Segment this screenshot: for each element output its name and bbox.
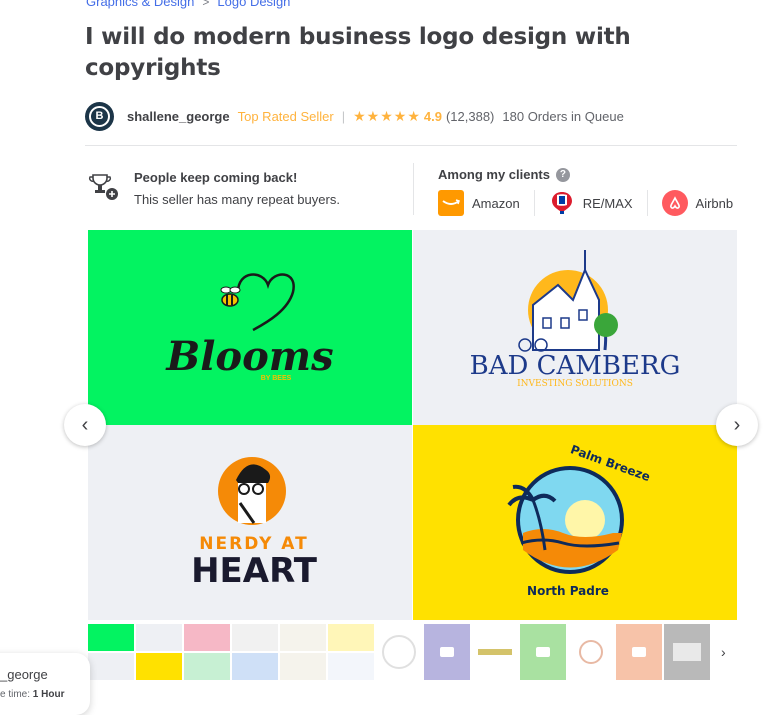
help-icon[interactable]: ? [555,167,570,182]
seller-overview: B shallene_george Top Rated Seller | ★★★… [85,101,624,131]
thumbnail[interactable] [232,653,278,680]
divider [413,163,414,215]
divider [85,145,737,146]
thumbnail[interactable] [664,624,710,680]
thumbnails-next-icon[interactable]: › [721,644,726,660]
client-airbnb: Airbnb [661,190,734,216]
thumbnail[interactable] [568,624,614,680]
repeat-buyers-highlight: People keep coming back! This seller has… [88,170,340,208]
breadcrumb-separator: > [202,0,210,9]
client-name: RE/MAX [582,195,633,211]
video-thumbnail[interactable] [520,624,566,680]
thumbnail-group[interactable] [280,624,326,680]
thumbnail[interactable] [88,653,134,680]
divider [646,190,648,216]
gig-gallery[interactable]: Blooms BY BEES BAD CAMBERG INVESTING SOL… [88,230,737,620]
thumbnail[interactable] [136,653,182,680]
clients-section: Among my clients? Amazon RE/MAX Airbnb [438,167,747,216]
response-time-label: e time: [0,689,31,700]
star-rating-icon: ★★★★★ [353,107,421,124]
gallery-logo-nerdy-at-heart: NERDY AT HEART [88,425,412,620]
logo-name: Blooms [165,333,333,380]
seller-username-link[interactable]: shallene_george [127,109,230,124]
seller-contact-popup[interactable]: _george e time: 1 Hour [0,653,90,715]
divider [533,190,535,216]
trophy-icon [89,174,118,200]
gig-title: I will do modern business logo design wi… [85,24,631,81]
thumbnail[interactable] [376,624,422,680]
thumbnail[interactable] [88,624,134,651]
avatar-letter: B [89,105,110,127]
bee-icon [220,286,241,307]
thumbnail[interactable] [232,624,278,651]
logo-tagline: INVESTING SOLUTIONS [517,379,633,389]
separator: | [341,108,346,124]
thumbnail[interactable] [280,653,326,680]
airbnb-logo-icon [661,190,688,216]
clients-title: Among my clients [438,167,550,182]
highlight-text: This seller has many repeat buyers. [134,192,340,207]
thumbnail[interactable] [280,624,326,651]
gallery-prev-button[interactable]: ‹ [64,404,106,446]
logo-tagline: BY BEES [261,375,292,382]
thumbnail-group[interactable] [232,624,278,680]
video-thumbnail[interactable] [616,624,662,680]
logo-name: BAD CAMBERG [470,351,681,381]
logo-name-line2: HEART [191,551,318,591]
gallery-logo-blooms: Blooms BY BEES [88,230,412,425]
client-remax: RE/MAX [549,190,633,216]
remax-balloon-icon [549,190,575,216]
seller-level-badge: Top Rated Seller [237,108,334,124]
review-count[interactable]: (12,388) [446,109,494,124]
thumbnail-group[interactable] [88,624,134,680]
thumbnail[interactable] [184,624,230,651]
avatar[interactable]: B [85,101,114,131]
thumbnail-strip [88,624,738,680]
orders-in-queue: 180 Orders in Queue [502,108,624,124]
popup-response-time: e time: 1 Hour [0,689,64,700]
amazon-logo-icon [438,190,464,216]
thumbnail-group[interactable] [136,624,182,680]
client-name: Airbnb [695,195,734,211]
breadcrumb-link[interactable]: Graphics & Design [86,0,194,9]
thumbnail[interactable] [328,624,374,651]
thumbnail-group[interactable] [184,624,230,680]
gallery-logo-bad-camberg: BAD CAMBERG INVESTING SOLUTIONS [413,230,737,425]
highlight-title: People keep coming back! [134,170,298,185]
thumbnail[interactable] [472,624,518,680]
chevron-right-icon: › [733,413,741,436]
response-time-value: 1 Hour [32,689,65,700]
client-amazon: Amazon [438,190,520,216]
rating-score[interactable]: 4.9 [424,109,442,124]
thumbnail[interactable] [136,624,182,651]
breadcrumb: Graphics & Design > Logo Design [86,0,290,9]
thumbnail[interactable] [184,653,230,680]
gallery-next-button[interactable]: › [716,404,758,446]
thumbnail[interactable] [328,653,374,680]
client-name: Amazon [472,195,520,211]
breadcrumb-link[interactable]: Logo Design [217,0,290,9]
gallery-logo-palm-breeze: Palm Breeze North Padre [413,425,737,620]
chevron-left-icon: ‹ [81,413,89,436]
logo-arc-bottom: North Padre [527,584,609,598]
popup-username: _george [0,667,48,682]
thumbnail-group[interactable] [328,624,374,680]
video-thumbnail[interactable] [424,624,470,680]
